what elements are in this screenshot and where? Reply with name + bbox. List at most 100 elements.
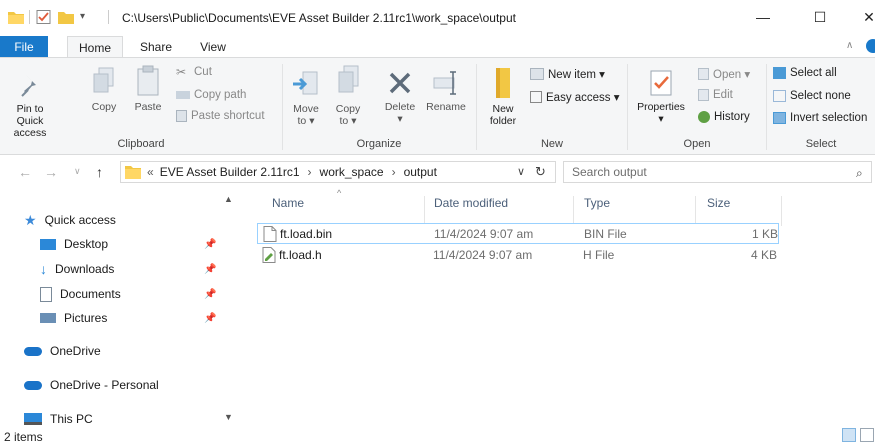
pin-icon[interactable]: 📌 — [204, 264, 216, 275]
column-header-date[interactable]: Date modified — [434, 196, 508, 216]
tab-home[interactable]: Home — [67, 36, 123, 58]
open-button[interactable]: Open ▾ — [698, 67, 750, 81]
column-divider[interactable] — [781, 196, 782, 226]
nav-desktop[interactable]: Desktop — [40, 233, 108, 255]
new-item-icon — [530, 68, 544, 80]
paste-button[interactable]: Paste — [130, 64, 166, 113]
collapse-ribbon-icon[interactable]: ∧ — [846, 40, 853, 51]
header-file-icon — [262, 247, 276, 268]
nav-pictures[interactable]: Pictures — [40, 307, 107, 329]
rename-button[interactable]: Rename — [424, 68, 468, 113]
rename-label: Rename — [426, 101, 466, 113]
cut-label: Cut — [194, 66, 212, 78]
properties-arrow: ▾ — [658, 113, 664, 125]
nav-documents-label: Documents — [60, 287, 121, 301]
new-folder-button[interactable]: New folder — [478, 66, 528, 127]
paste-shortcut-button[interactable]: Paste shortcut — [176, 110, 265, 122]
up-arrow-icon[interactable]: ↑ — [96, 164, 103, 180]
nav-documents[interactable]: Documents — [40, 283, 121, 305]
tab-share[interactable]: Share — [131, 36, 181, 58]
delete-button[interactable]: Delete ▾ — [376, 68, 424, 125]
nav-onedrive[interactable]: OneDrive — [24, 340, 101, 362]
navigation-scrollbar[interactable]: ▲ ▼ — [222, 190, 236, 426]
easy-access-button[interactable]: Easy access ▾ — [530, 90, 620, 104]
nav-this-pc-label: This PC — [50, 412, 93, 426]
properties-button[interactable]: Properties ▾ — [632, 68, 690, 125]
nav-quick-access[interactable]: ★ Quick access — [24, 209, 116, 231]
edit-label: Edit — [713, 89, 733, 101]
breadcrumb-separator[interactable]: › — [308, 165, 312, 179]
title-divider — [108, 10, 109, 24]
pin-to-quick-access-button[interactable]: Pin to Quick access — [2, 72, 58, 139]
breadcrumb-item[interactable]: EVE Asset Builder 2.11rc1 — [160, 165, 300, 179]
copy-label: Copy — [91, 101, 117, 113]
pin-icon[interactable]: 📌 — [204, 239, 216, 250]
window-title: C:\Users\Public\Documents\EVE Asset Buil… — [122, 11, 516, 25]
forward-arrow-icon[interactable]: → — [44, 164, 58, 180]
breadcrumb-separator[interactable]: › — [392, 165, 396, 179]
new-folder-qat-icon[interactable] — [58, 10, 74, 29]
search-input[interactable]: Search output — [563, 161, 872, 183]
column-header-size[interactable]: Size — [707, 196, 730, 216]
edit-button[interactable]: Edit — [698, 89, 733, 101]
breadcrumb-overflow[interactable]: « — [147, 165, 154, 179]
copy-button[interactable]: Copy — [86, 66, 122, 113]
table-row[interactable]: ft.load.h 11/4/2024 9:07 am H File 4 KB — [257, 245, 779, 266]
select-none-button[interactable]: Select none — [773, 90, 851, 102]
cut-button[interactable]: ✂ Cut — [176, 66, 212, 78]
pin-icon[interactable]: 📌 — [204, 289, 216, 300]
close-button[interactable]: ✕ — [846, 0, 875, 34]
address-bar[interactable]: « EVE Asset Builder 2.11rc1 › work_space… — [120, 161, 556, 183]
navigation-pane: ★ Quick access Desktop 📌 ↓ Downloads 📌 D… — [0, 190, 240, 426]
pin-icon[interactable]: 📌 — [204, 313, 216, 324]
invert-selection-button[interactable]: Invert selection — [773, 112, 867, 124]
folder-icon — [125, 165, 141, 179]
large-icons-view-icon[interactable] — [860, 428, 874, 442]
new-item-button[interactable]: New item ▾ — [530, 67, 605, 81]
select-all-icon — [773, 67, 786, 79]
refresh-icon[interactable]: ↻ — [535, 164, 546, 180]
maximize-button[interactable]: ☐ — [797, 0, 843, 34]
pin-label-1: Pin to Quick — [16, 103, 44, 127]
move-to-label-2: to ▾ — [297, 115, 315, 127]
invert-selection-label: Invert selection — [790, 112, 868, 124]
copy-to-button[interactable]: Copy to ▾ — [328, 64, 368, 127]
ribbon-home: Pin to Quick access Copy Paste ✂ Cut Cop… — [0, 57, 875, 155]
customize-qat-icon[interactable]: ▾ — [80, 11, 85, 22]
scroll-up-icon[interactable]: ▲ — [224, 194, 233, 204]
help-icon[interactable] — [866, 39, 875, 53]
computer-icon — [24, 413, 42, 425]
column-header-name[interactable]: Name — [272, 196, 304, 216]
column-header-type[interactable]: Type — [584, 196, 610, 216]
select-all-button[interactable]: Select all — [773, 67, 837, 79]
minimize-button[interactable]: — — [740, 0, 786, 34]
nav-downloads[interactable]: ↓ Downloads — [40, 258, 114, 280]
history-button[interactable]: History — [698, 111, 750, 123]
properties-icon — [650, 70, 672, 96]
file-icon — [263, 226, 277, 247]
copy-to-label-2: to ▾ — [339, 115, 357, 127]
column-divider[interactable] — [695, 196, 696, 226]
tab-file[interactable]: File — [0, 36, 48, 58]
move-to-button[interactable]: Move to ▾ — [286, 68, 326, 127]
table-row[interactable]: ft.load.bin 11/4/2024 9:07 am BIN File 1… — [257, 223, 779, 244]
breadcrumb-item[interactable]: output — [404, 165, 437, 179]
search-icon[interactable]: ⌕ — [856, 166, 863, 181]
recent-locations-icon[interactable]: ∨ — [74, 166, 81, 177]
column-divider[interactable] — [424, 196, 425, 226]
back-arrow-icon[interactable]: ← — [18, 164, 32, 180]
column-divider[interactable] — [573, 196, 574, 226]
history-icon — [698, 111, 710, 123]
details-view-icon[interactable] — [842, 428, 856, 442]
address-dropdown-icon[interactable]: ∨ — [517, 165, 525, 178]
nav-onedrive-personal[interactable]: OneDrive - Personal — [24, 374, 159, 396]
tab-view[interactable]: View — [188, 36, 238, 58]
properties-qat-icon[interactable] — [36, 10, 52, 29]
nav-onedrive-personal-label: OneDrive - Personal — [50, 378, 159, 392]
breadcrumb-item[interactable]: work_space — [320, 165, 384, 179]
copy-icon — [93, 67, 114, 93]
nav-this-pc[interactable]: This PC — [24, 408, 93, 430]
scroll-down-icon[interactable]: ▼ — [224, 412, 233, 422]
properties-label: Properties — [637, 101, 685, 113]
copy-path-button[interactable]: Copy path — [176, 89, 246, 101]
